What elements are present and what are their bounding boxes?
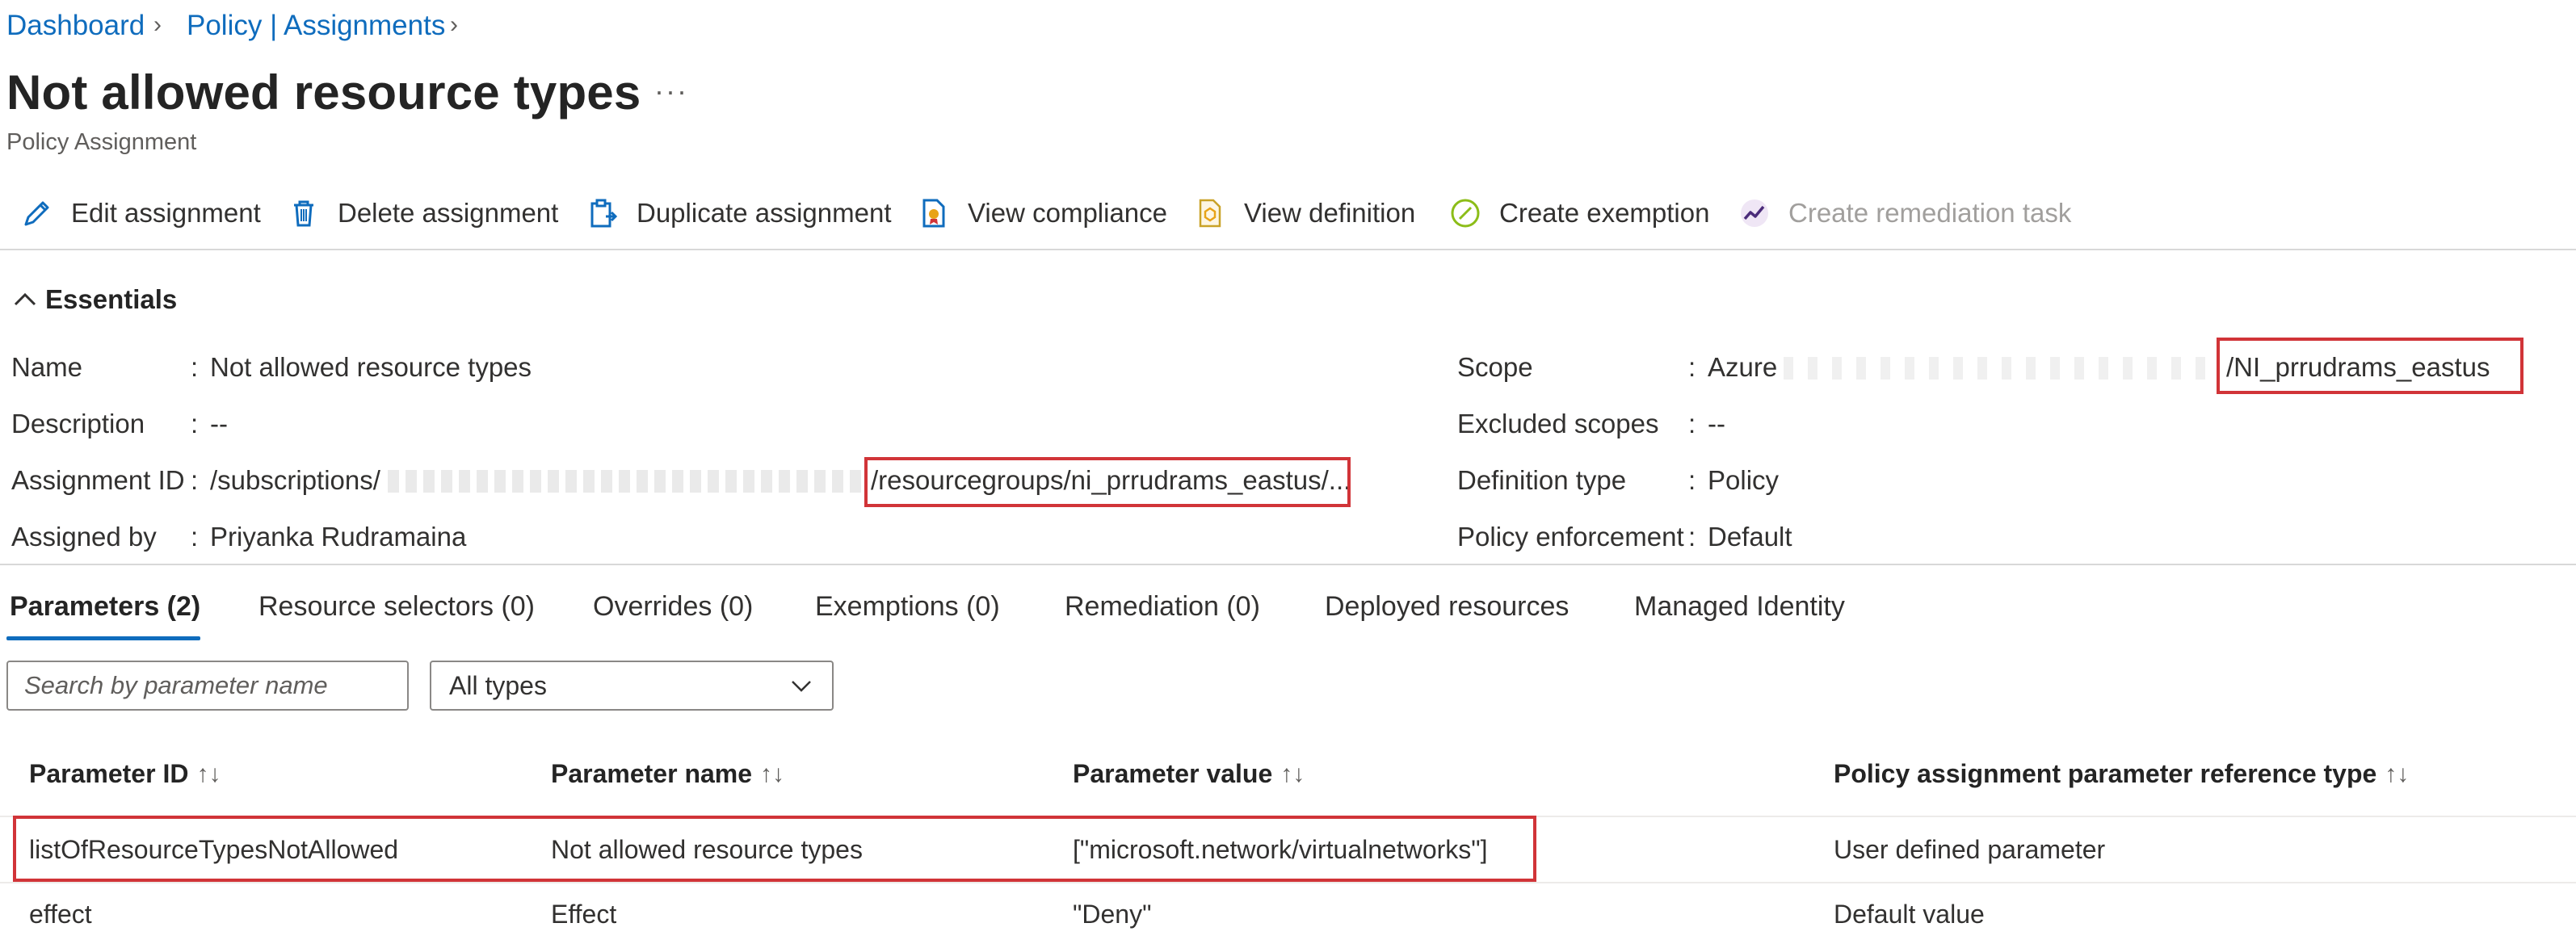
prop-value-name: Not allowed resource types [210, 352, 532, 382]
prop-value-scope-prefix[interactable]: Azure [1708, 352, 1777, 383]
delete-assignment-label: Delete assignment [338, 198, 559, 228]
create-exemption-button[interactable]: Create exemption [1446, 191, 1709, 236]
cell-reference-type: Default value [1834, 900, 1985, 929]
pencil-icon [18, 194, 57, 233]
row-divider [0, 882, 2576, 883]
prop-colon: : [191, 465, 199, 495]
edit-assignment-button[interactable]: Edit assignment [18, 191, 261, 236]
clipboard-copy-icon [583, 194, 622, 233]
prop-colon: : [191, 522, 199, 552]
prop-value-description: -- [210, 409, 228, 438]
column-header-parameter-value[interactable]: Parameter value ↑↓ [1073, 759, 1305, 789]
create-remediation-task-button[interactable]: Create remediation task [1735, 191, 2071, 236]
more-options-icon[interactable]: ··· [654, 74, 688, 108]
page-subtitle: Policy Assignment [6, 129, 197, 155]
prop-colon: : [1688, 352, 1696, 382]
create-exemption-label: Create exemption [1499, 198, 1710, 228]
toolbar-divider [0, 249, 2576, 250]
page-title: Not allowed resource types [6, 65, 641, 120]
view-definition-button[interactable]: View definition [1191, 191, 1415, 236]
prop-value-assigned-by: Priyanka Rudramaina [210, 522, 467, 552]
redacted-subscription-id [388, 470, 864, 493]
prop-value-definition-type: Policy [1708, 465, 1780, 495]
prop-label-assigned-by: Assigned by [11, 522, 157, 552]
chevron-up-icon [14, 292, 36, 306]
essentials-toggle[interactable]: Essentials [11, 284, 177, 315]
prop-value-policy-enforcement: Default [1708, 522, 1792, 552]
prop-colon: : [191, 409, 199, 438]
type-filter-dropdown[interactable]: All types [430, 661, 834, 711]
chevron-right-icon: › [450, 11, 458, 38]
highlight-box [13, 816, 1536, 882]
tab-resource-selectors[interactable]: Resource selectors (0) [258, 591, 535, 623]
chevron-right-icon: › [153, 11, 162, 38]
highlight-box [2217, 338, 2523, 394]
cell-parameter-value: "Deny" [1073, 900, 1152, 929]
create-remediation-task-label: Create remediation task [1788, 198, 2072, 228]
sort-icon: ↑↓ [196, 760, 221, 787]
tab-active-indicator [6, 636, 200, 640]
column-header-parameter-id[interactable]: Parameter ID ↑↓ [29, 759, 221, 789]
prop-colon: : [191, 352, 199, 382]
essentials-divider [0, 564, 2576, 565]
tab-remediation[interactable]: Remediation (0) [1065, 591, 1260, 623]
prop-label-name: Name [11, 352, 83, 382]
cell-reference-type: User defined parameter [1834, 835, 2106, 864]
view-definition-label: View definition [1244, 198, 1416, 228]
cell-parameter-id: effect [29, 900, 92, 929]
prop-label-assignment-id: Assignment ID [11, 465, 185, 495]
prop-label-description: Description [11, 409, 145, 438]
tab-parameters[interactable]: Parameters (2) [10, 591, 200, 623]
duplicate-assignment-label: Duplicate assignment [637, 198, 892, 228]
trash-icon [284, 194, 323, 233]
prop-label-policy-enforcement: Policy enforcement [1457, 522, 1684, 552]
duplicate-assignment-button[interactable]: Duplicate assignment [583, 191, 892, 236]
prop-colon: : [1688, 522, 1696, 552]
definition-document-icon [1191, 194, 1229, 233]
breadcrumb-dashboard[interactable]: Dashboard [6, 10, 145, 42]
view-compliance-button[interactable]: View compliance [914, 191, 1167, 236]
column-header-parameter-name[interactable]: Parameter name ↑↓ [551, 759, 784, 789]
type-filter-value: All types [449, 670, 547, 700]
highlight-box [864, 457, 1351, 507]
exemption-icon [1446, 194, 1485, 233]
prop-value-excluded-scopes: -- [1708, 409, 1725, 438]
prop-colon: : [1688, 465, 1696, 495]
prop-colon: : [1688, 409, 1696, 438]
cell-parameter-name: Effect [551, 900, 617, 929]
column-header-reference-type[interactable]: Policy assignment parameter reference ty… [1834, 759, 2409, 789]
prop-value-assignment-id-prefix: /subscriptions/ [210, 465, 380, 495]
sort-icon: ↑↓ [1280, 760, 1305, 787]
prop-label-scope: Scope [1457, 352, 1533, 382]
remediation-trend-icon [1735, 194, 1774, 233]
tab-exemptions[interactable]: Exemptions (0) [815, 591, 1000, 623]
search-parameter-box [6, 661, 409, 711]
tab-overrides[interactable]: Overrides (0) [593, 591, 753, 623]
breadcrumb-policy-assignments[interactable]: Policy | Assignments [187, 10, 445, 42]
chevron-down-icon [792, 681, 811, 692]
sort-icon: ↑↓ [2385, 760, 2410, 787]
tab-managed-identity[interactable]: Managed Identity [1634, 591, 1845, 623]
delete-assignment-button[interactable]: Delete assignment [284, 191, 558, 236]
redacted-scope [1784, 357, 2220, 380]
sort-icon: ↑↓ [760, 760, 785, 787]
prop-label-definition-type: Definition type [1457, 465, 1627, 495]
tab-deployed-resources[interactable]: Deployed resources [1325, 591, 1569, 623]
compliance-report-icon [914, 194, 953, 233]
prop-label-excluded-scopes: Excluded scopes [1457, 409, 1659, 438]
edit-assignment-label: Edit assignment [71, 198, 261, 228]
view-compliance-label: View compliance [968, 198, 1168, 228]
essentials-title: Essentials [45, 284, 178, 314]
search-parameter-input[interactable] [8, 662, 407, 709]
